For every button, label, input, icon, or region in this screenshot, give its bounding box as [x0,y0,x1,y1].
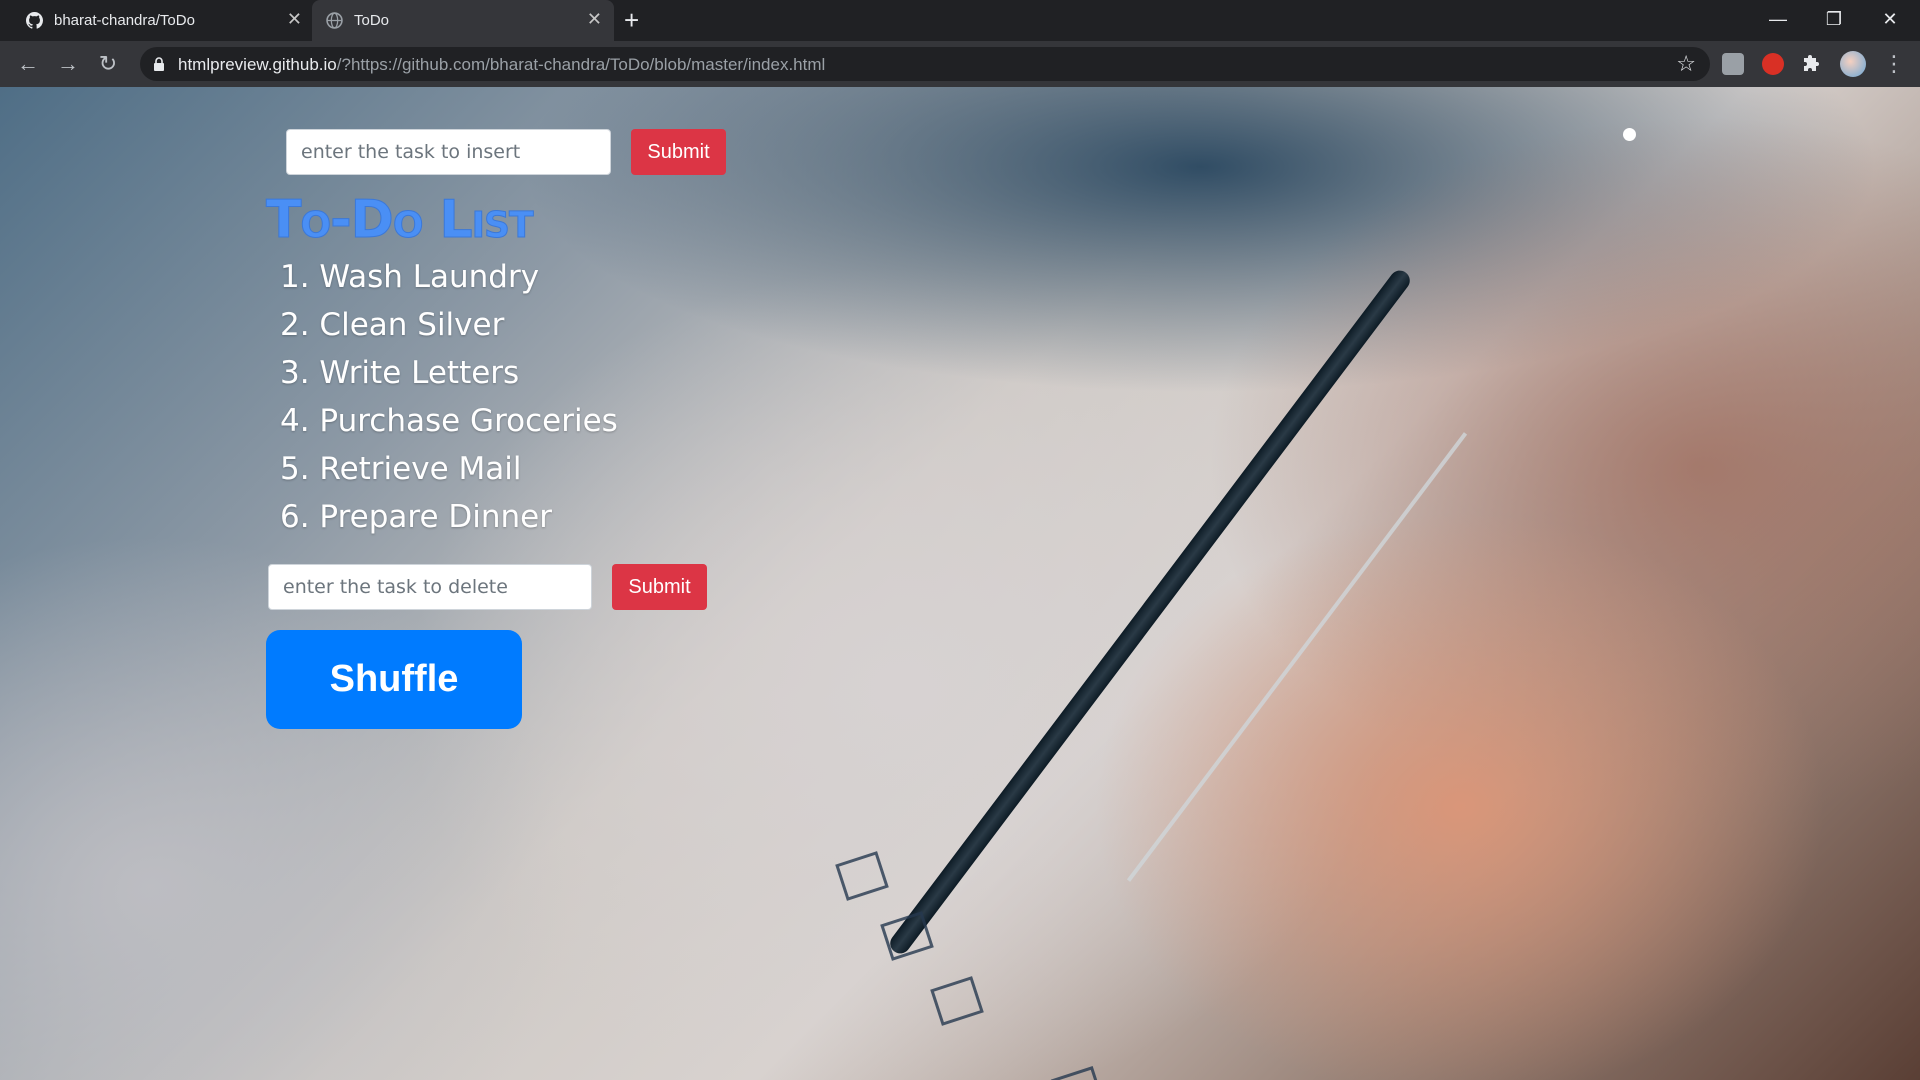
list-item: 3. Write Letters [280,355,520,391]
list-item: 2. Clean Silver [280,307,505,343]
page-title: To-Do List [266,190,535,251]
insert-task-input[interactable] [286,129,611,175]
browser-toolbar: ← → ↻ htmlpreview.github.io/?https://git… [0,41,1920,87]
insert-submit-button[interactable]: Submit [631,129,726,175]
extension-icon[interactable] [1722,53,1744,75]
github-icon [26,12,43,29]
list-item: 4. Purchase Groceries [280,403,618,439]
page-viewport: Submit To-Do List 1. Wash Laundry 2. Cle… [0,87,1920,1080]
bookmark-star-icon[interactable]: ☆ [1676,51,1696,77]
close-tab-icon[interactable]: ✕ [287,9,302,30]
white-dot [1623,128,1636,141]
reload-button[interactable]: ↻ [94,50,122,78]
window-close-button[interactable]: ✕ [1862,0,1918,41]
delete-task-input[interactable] [268,564,592,610]
list-item: 6. Prepare Dinner [280,499,552,535]
puzzle-extensions-icon[interactable] [1801,53,1823,75]
url-path: /?https://github.com/bharat-chandra/ToDo… [336,55,826,74]
lock-icon [154,57,164,71]
restore-button[interactable]: ❐ [1806,0,1862,41]
url-host: htmlpreview.github.io [178,55,337,74]
todo-list: 1. Wash Laundry 2. Clean Silver 3. Write… [280,253,618,541]
delete-submit-button[interactable]: Submit [612,564,707,610]
new-tab-button[interactable]: + [624,5,639,36]
tab-title: ToDo [354,12,390,29]
notebook-checkbox-decoration [1050,1066,1104,1080]
tab-bar: bharat-chandra/ToDo ✕ ToDo ✕ + — ❐ ✕ [0,0,1920,41]
globe-icon [326,12,343,29]
forward-button[interactable]: → [54,50,82,78]
notebook-checkbox-decoration [835,851,889,901]
tab-github-repo[interactable]: bharat-chandra/ToDo ✕ [12,0,314,41]
mega-extension-icon[interactable] [1762,53,1784,75]
close-tab-icon[interactable]: ✕ [587,9,602,30]
minimize-button[interactable]: — [1750,0,1806,41]
shuffle-button[interactable]: Shuffle [266,630,522,729]
browser-menu-icon[interactable]: ⋮ [1880,50,1908,78]
url-text: htmlpreview.github.io/?https://github.co… [178,55,825,75]
notebook-checkbox-decoration [930,976,984,1026]
list-item: 1. Wash Laundry [280,259,540,295]
profile-avatar[interactable] [1840,51,1866,77]
tab-todo[interactable]: ToDo ✕ [312,0,614,41]
list-item: 5. Retrieve Mail [280,451,522,487]
tab-title: bharat-chandra/ToDo [54,12,195,29]
address-bar[interactable]: htmlpreview.github.io/?https://github.co… [140,47,1710,81]
back-button[interactable]: ← [14,50,42,78]
pen-highlight-decoration [1126,432,1468,882]
